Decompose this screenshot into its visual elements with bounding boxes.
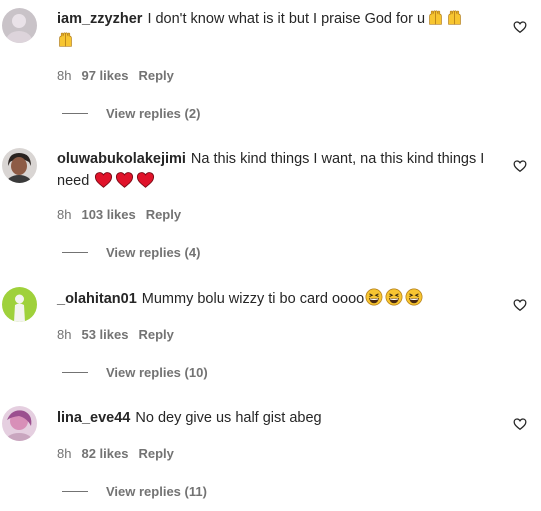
like-heart-icon[interactable] xyxy=(513,20,527,34)
comment-2: oluwabukolakejimi Na this kind things I w… xyxy=(0,140,541,270)
raised-hands-icon xyxy=(59,32,72,47)
reply-button[interactable]: Reply xyxy=(146,207,181,222)
like-heart-icon[interactable] xyxy=(513,417,527,431)
comment-likes[interactable]: 97 likes xyxy=(81,68,128,83)
view-replies-button[interactable]: View replies (11) xyxy=(62,484,207,499)
replies-divider xyxy=(62,252,88,253)
view-replies-label: View replies (4) xyxy=(106,245,201,260)
comment-4: lina_eve44 No dey give us half gist abeg … xyxy=(0,398,541,508)
raised-hands-emoji-group xyxy=(427,9,463,26)
reply-button[interactable]: Reply xyxy=(138,68,173,83)
comment-time: 8h xyxy=(57,68,72,83)
comment-3: _olahitan01 Mummy bolu wizzy ti bo card o… xyxy=(0,279,541,389)
comment-username[interactable]: lina_eve44 xyxy=(57,410,130,426)
comment-meta: 8h 82 likes Reply xyxy=(57,446,174,461)
view-replies-label: View replies (11) xyxy=(106,484,207,499)
raised-hands-icon xyxy=(448,10,461,25)
comment-likes[interactable]: 103 likes xyxy=(81,207,135,222)
replies-divider xyxy=(62,491,88,492)
comment-username[interactable]: _olahitan01 xyxy=(57,291,137,307)
comment-meta: 8h 97 likes Reply xyxy=(57,68,174,83)
grinning-squinting-face-emoji-group xyxy=(365,288,423,306)
comment-body: oluwabukolakejimi Na this kind things I w… xyxy=(57,148,497,192)
comment-text: No dey give us half gist abeg xyxy=(135,410,322,426)
comment-body: iam_zzyzher I don't know what is it but I… xyxy=(57,8,497,52)
comment-body: lina_eve44 No dey give us half gist abeg xyxy=(57,407,497,429)
like-heart-icon[interactable] xyxy=(513,298,527,312)
replies-divider xyxy=(62,113,88,114)
comment-meta: 8h 53 likes Reply xyxy=(57,327,174,342)
grinning-squinting-face-icon xyxy=(405,288,423,306)
avatar[interactable] xyxy=(2,8,37,43)
grinning-squinting-face-icon xyxy=(385,288,403,306)
avatar[interactable] xyxy=(2,148,37,183)
view-replies-button[interactable]: View replies (4) xyxy=(62,245,200,260)
view-replies-label: View replies (2) xyxy=(106,106,201,121)
avatar[interactable] xyxy=(2,287,37,322)
reply-button[interactable]: Reply xyxy=(138,327,173,342)
red-heart-emoji-group xyxy=(94,171,155,188)
comment-time: 8h xyxy=(57,207,72,222)
comment-likes[interactable]: 53 likes xyxy=(81,327,128,342)
comment-meta: 8h 103 likes Reply xyxy=(57,207,181,222)
comment-text: I don't know what is it but I praise God… xyxy=(147,11,426,27)
comment-time: 8h xyxy=(57,446,72,461)
comment-username[interactable]: iam_zzyzher xyxy=(57,11,142,27)
avatar[interactable] xyxy=(2,406,37,441)
comment-likes[interactable]: 82 likes xyxy=(81,446,128,461)
view-replies-label: View replies (10) xyxy=(106,365,208,380)
comment-1: iam_zzyzher I don't know what is it but I… xyxy=(0,0,541,130)
comment-time: 8h xyxy=(57,327,72,342)
view-replies-button[interactable]: View replies (2) xyxy=(62,106,200,121)
view-replies-button[interactable]: View replies (10) xyxy=(62,365,208,380)
comment-body: _olahitan01 Mummy bolu wizzy ti bo card o… xyxy=(57,288,497,310)
reply-button[interactable]: Reply xyxy=(138,446,173,461)
red-heart-icon xyxy=(137,172,155,188)
red-heart-icon xyxy=(116,172,134,188)
raised-hands-icon xyxy=(429,10,442,25)
raised-hands-emoji-group xyxy=(57,31,74,48)
replies-divider xyxy=(62,372,88,373)
grinning-squinting-face-icon xyxy=(365,288,383,306)
like-heart-icon[interactable] xyxy=(513,159,527,173)
comment-text: Mummy bolu wizzy ti bo card oooo xyxy=(141,291,365,307)
red-heart-icon xyxy=(95,172,113,188)
comment-username[interactable]: oluwabukolakejimi xyxy=(57,151,186,167)
